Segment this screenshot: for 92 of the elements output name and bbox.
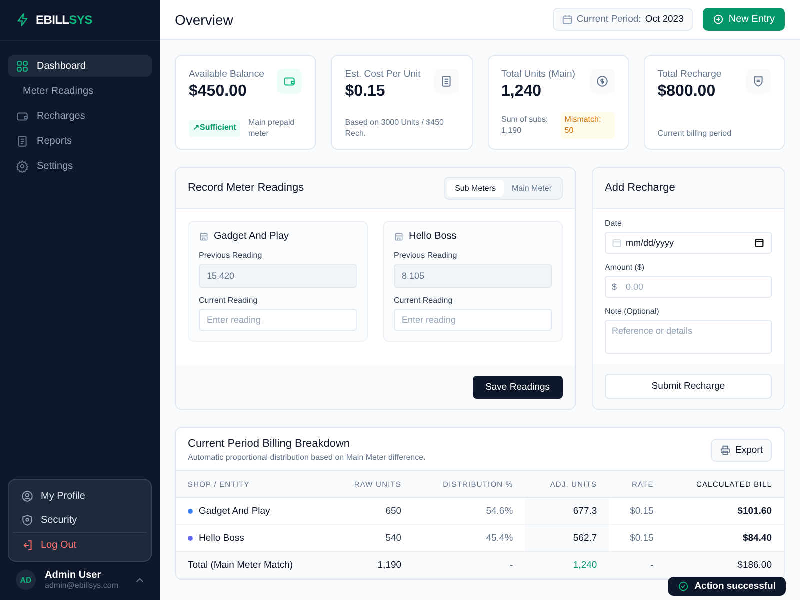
table-cell: Hello Boss [199,532,244,544]
field-label: Note (Optional) [605,307,660,316]
field-label: Current Reading [394,296,454,305]
field-label: Current Reading [199,296,259,305]
table-cell: $0.15 [630,532,654,544]
shield-icon [21,514,34,526]
stat-label: Total Recharge [658,69,722,80]
avatar[interactable]: AD [16,570,36,590]
table-cell: $186.00 [738,560,772,570]
stat-value: 1,240 [502,83,543,101]
input-field[interactable]: Enter reading [199,309,357,331]
brand-logo: EBILLSYS [36,13,92,27]
stat-note: Main prepaid meter [248,118,296,139]
table-cell: 1,190 [378,560,402,570]
tab[interactable]: Main Meter [504,180,560,196]
currency-symbol: $ [612,282,618,292]
chevron-up-icon[interactable] [136,578,144,582]
stat-value: $450.00 [189,83,248,101]
plus-circle-icon [712,14,724,25]
field-label: Date [605,219,623,228]
period-selector[interactable]: Current Period: Oct 2023 [552,8,693,31]
table-cell: 677.3 [573,506,598,516]
lightning-bolt-icon [16,12,30,28]
nav-item[interactable]: Dashboard [8,55,152,77]
shield-icon [752,75,765,88]
table-cell: 540 [386,532,402,544]
stat-label: Est. Cost Per Unit [345,69,421,80]
save-readings-button[interactable]: Save Readings [472,376,563,399]
grid-icon [16,60,29,72]
table-cell: 54.6% [486,506,514,516]
nav-item[interactable]: Meter Readings [8,80,152,102]
nav-item[interactable]: Recharges [8,105,152,127]
field-label: Previous Reading [394,251,458,260]
table-cell: 45.4% [486,532,514,544]
user-email: admin@ebillsys.com [45,581,120,590]
panel-title: Record Meter Readings [188,182,304,194]
stat-note: Based on 3000 Units / $450 Rech. [345,118,445,139]
status-badge: ↗Sufficient [189,120,240,137]
stat-note: Sum of subs: 1,190 [502,115,550,136]
panel-title: Current Period Billing Breakdown [188,438,352,450]
meter-name: Gadget And Play [214,231,290,242]
logout-icon [21,538,34,552]
stat-note: Current billing period [658,128,733,139]
new-entry-button[interactable]: New Entry [702,8,785,31]
previous-reading-field: 8,105 [394,264,552,288]
field-label: Amount ($) [605,263,646,272]
panel-title: Add Recharge [605,182,676,194]
table-cell: $0.15 [630,506,654,516]
store-icon [394,232,404,242]
previous-reading-field: 15,420 [199,264,357,288]
table-cell: 562.7 [573,532,598,544]
calendar-icon [612,238,622,248]
tab[interactable]: Sub Meters [447,180,504,196]
printer-icon [720,444,731,456]
table-cell: 1,240 [573,560,598,570]
calendar-icon [562,14,573,25]
stat-label: Total Units (Main) [502,69,576,80]
nav-item[interactable]: Reports [8,130,152,152]
stat-value: $0.15 [345,83,386,101]
wallet-icon [283,75,296,88]
table-cell: $101.60 [738,506,772,516]
nav-item[interactable]: Settings [8,155,152,177]
stat-label: Available Balance [189,69,264,80]
input-field[interactable]: Enter reading [394,309,552,331]
field-label: Previous Reading [199,251,264,260]
table-cell: $84.40 [742,532,772,544]
user-name: Admin User [45,570,102,581]
menu-item[interactable]: Security [13,508,147,532]
meter-name: Hello Boss [409,231,457,242]
check-circle-icon [678,581,689,592]
store-icon [199,232,209,242]
settings-icon [16,160,29,172]
stat-value: $800.00 [658,83,717,101]
table-cell: - [510,560,514,570]
dollar-coin-icon [596,75,609,88]
page-title: Overview [175,12,234,28]
note-field[interactable]: Reference or details [605,320,772,354]
calendar-icon[interactable] [754,238,765,248]
table-cell: - [650,560,654,570]
status-badge: Mismatch: 50 [560,112,615,139]
document-icon [16,134,29,148]
submit-recharge-button[interactable]: Submit Recharge [605,374,772,399]
panel-subtitle: Automatic proportional distribution based on Main Meter difference. [188,453,426,462]
menu-item[interactable]: My Profile [13,484,147,508]
date-field[interactable]: mm/dd/yyyy [605,232,772,254]
export-button[interactable]: Export [710,438,772,462]
receipt-icon [440,75,452,88]
table-cell: 650 [386,506,402,516]
table-cell: Gadget And Play [199,506,270,516]
toast-message: Action successful [694,581,776,592]
table-cell: Total (Main Meter Match) [188,560,294,570]
user-icon [21,490,34,502]
